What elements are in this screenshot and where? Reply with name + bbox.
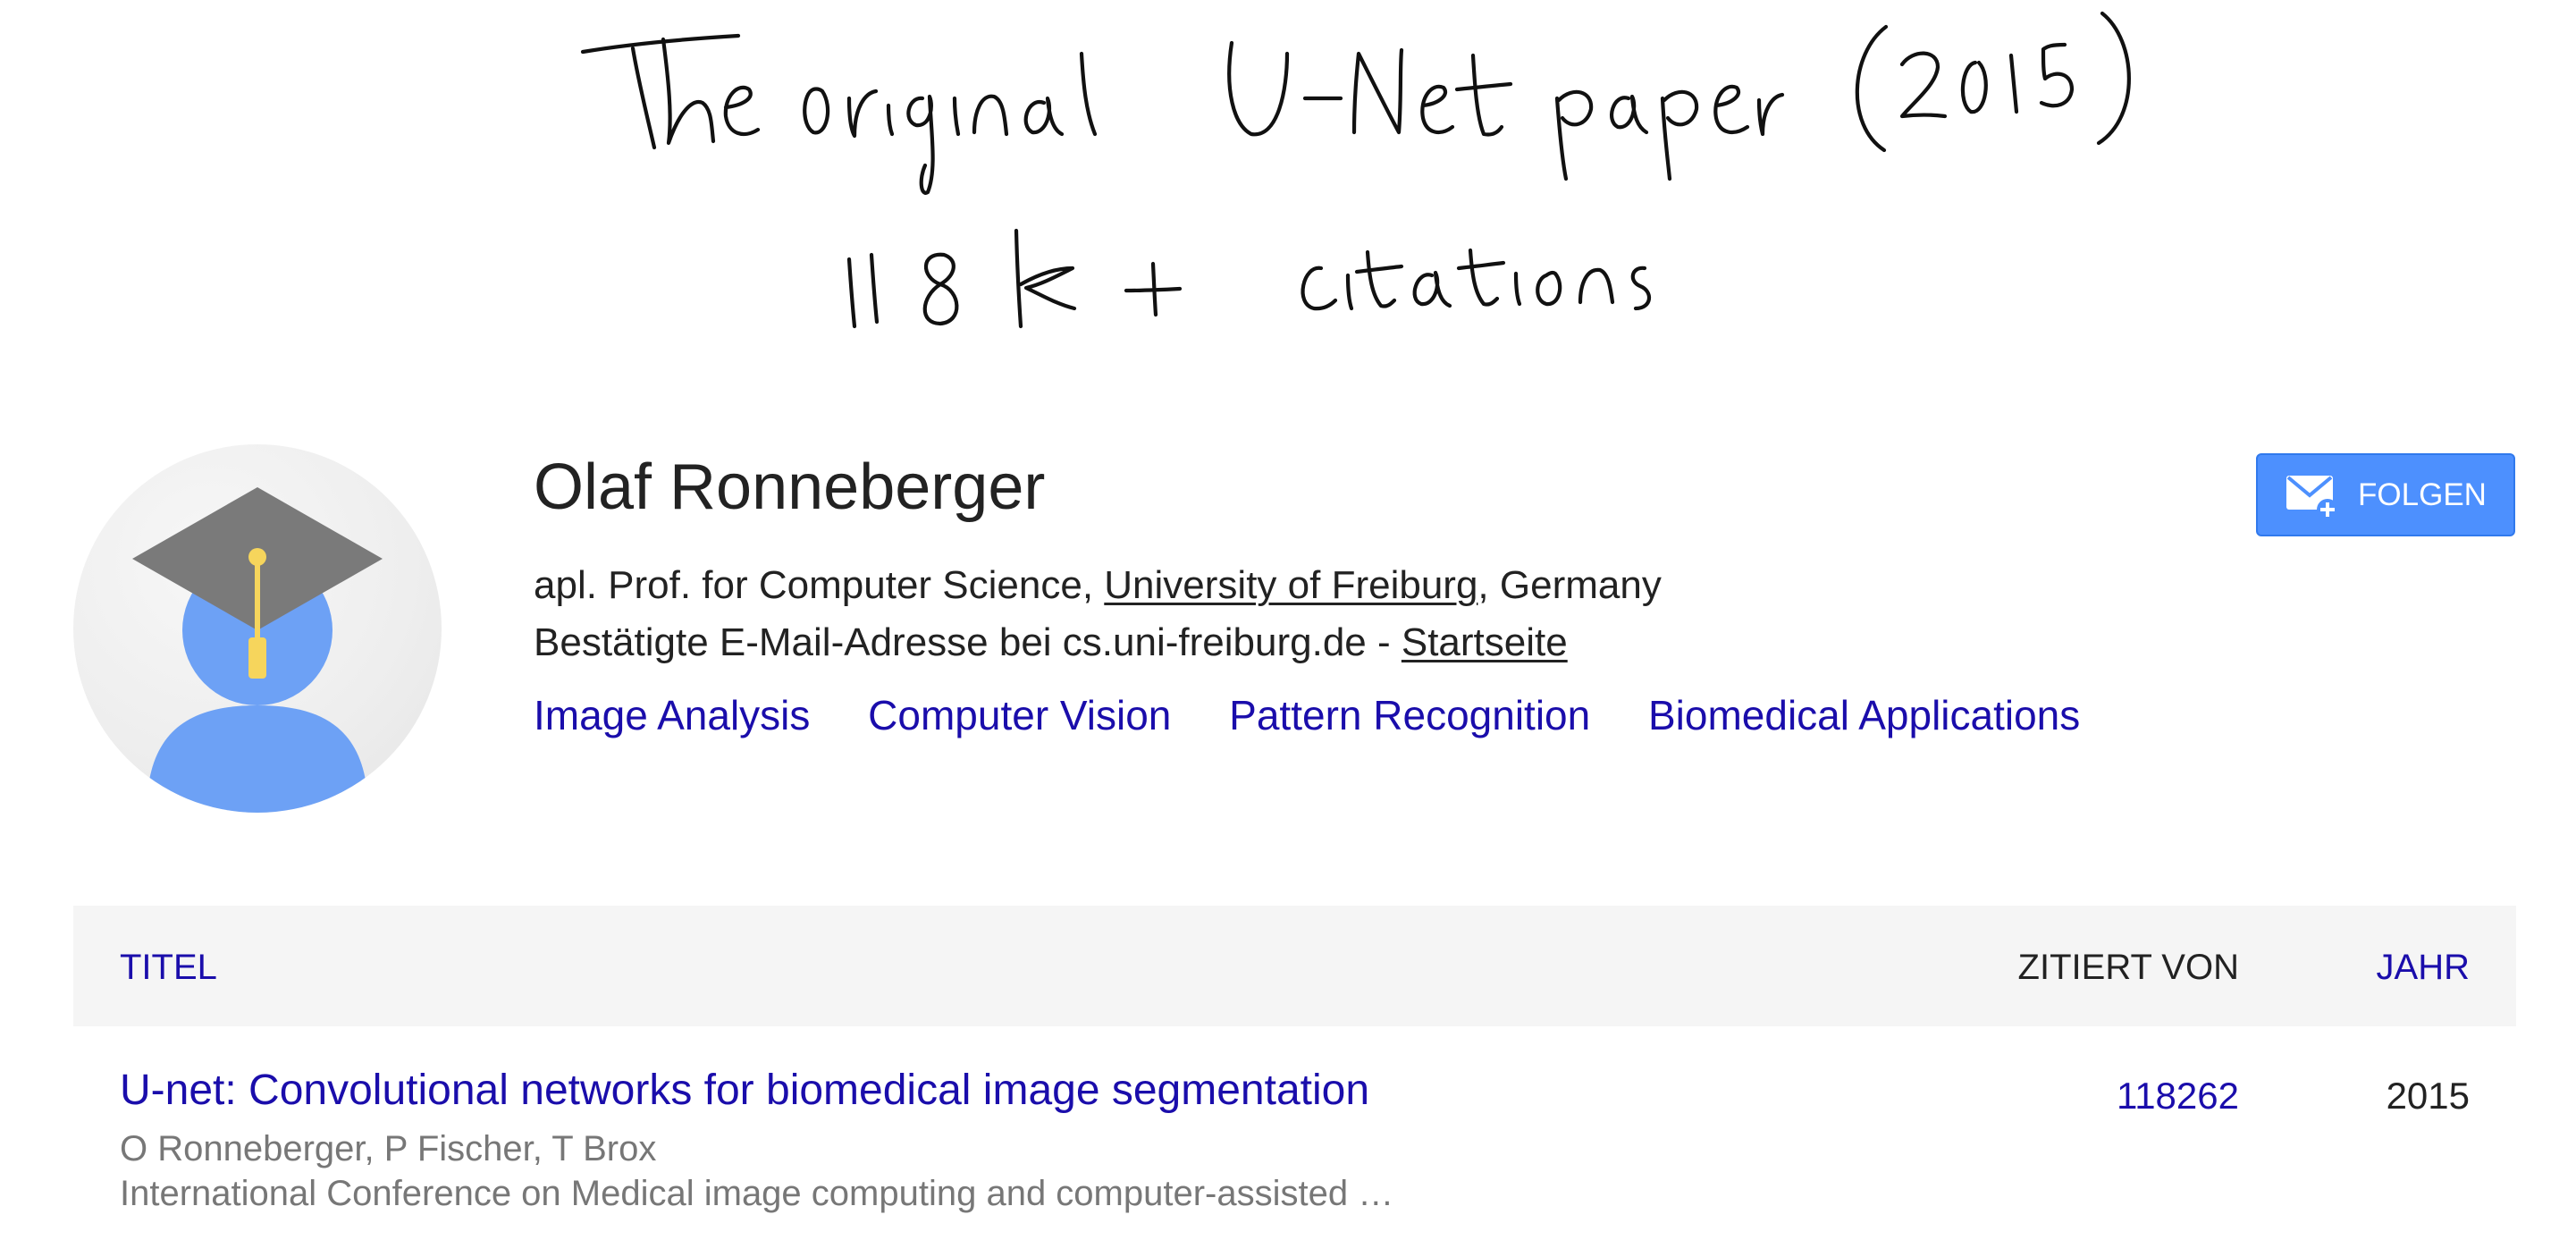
publication-title-link[interactable]: U-net: Convolutional networks for biomed… [120, 1064, 1369, 1118]
mail-plus-icon [2285, 470, 2340, 520]
homepage-link[interactable]: Startseite [1402, 620, 1568, 664]
interest-link[interactable]: Computer Vision [868, 692, 1171, 738]
sort-by-year[interactable]: JAHR [2377, 948, 2470, 987]
table-row: U-net: Convolutional networks for biomed… [73, 1064, 2516, 1240]
affiliation-prefix: apl. Prof. for Computer Science, [534, 563, 1105, 607]
interest-link[interactable]: Pattern Recognition [1229, 692, 1590, 738]
follow-button[interactable]: FOLGEN [2256, 453, 2515, 536]
interest-link[interactable]: Image Analysis [534, 692, 810, 738]
publication-authors: O Ronneberger, P Fischer, T Brox [120, 1129, 657, 1168]
profile-affiliation: apl. Prof. for Computer Science, Univers… [534, 561, 1662, 611]
graduate-avatar-icon [73, 444, 442, 813]
email-text: Bestätigte E-Mail-Adresse bei cs.uni-fre… [534, 620, 1402, 664]
handwritten-annotation [0, 0, 2576, 375]
publication-venue: International Conference on Medical imag… [120, 1174, 1394, 1213]
profile-name: Olaf Ronneberger [534, 451, 1046, 523]
profile-email: Bestätigte E-Mail-Adresse bei cs.uni-fre… [534, 618, 1568, 668]
sort-by-title[interactable]: TITEL [120, 948, 217, 987]
citation-count-link[interactable]: 118262 [2117, 1073, 2239, 1119]
publications-table-header: TITEL ZITIERT VON JAHR [73, 906, 2516, 1026]
interest-link[interactable]: Biomedical Applications [1648, 692, 2080, 738]
cited-by-header: ZITIERT VON [2017, 948, 2239, 987]
research-interests: Image Analysis Computer Vision Pattern R… [534, 688, 2126, 742]
follow-label: FOLGEN [2358, 477, 2487, 512]
publication-year: 2015 [2386, 1075, 2470, 1117]
affiliation-link[interactable]: University of Freiburg [1104, 563, 1477, 607]
affiliation-suffix: , Germany [1477, 563, 1662, 607]
